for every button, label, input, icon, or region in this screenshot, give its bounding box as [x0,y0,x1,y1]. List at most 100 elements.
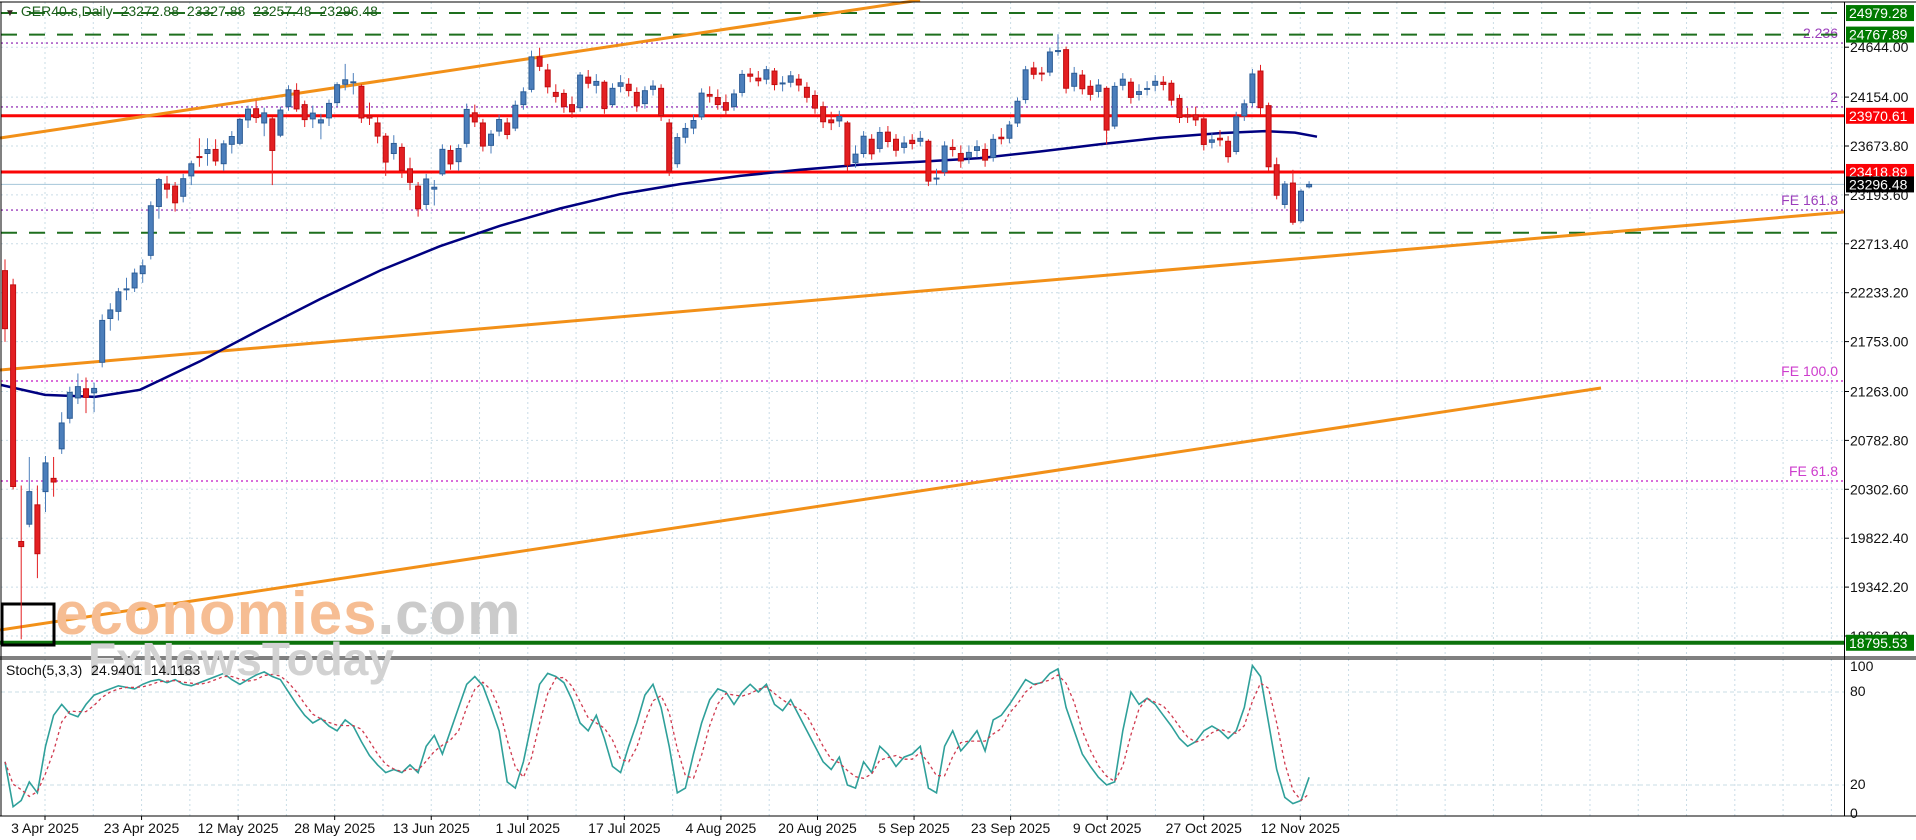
chart-title: ▼GER40.s,Daily 23272.88 23327.88 23257.4… [5,3,382,19]
price-tick-label: 21263.00 [1850,383,1909,399]
candle-bullish [934,178,939,179]
candle-bearish [894,139,899,150]
fib-level-label: FE 61.8 [1789,463,1838,479]
candle-bearish [1031,68,1036,74]
candle-bearish [254,109,259,118]
candle-bullish [489,134,494,145]
symbol-dropdown-icon[interactable]: ▼ [5,8,15,19]
candle-bearish [1169,83,1174,100]
price-tick-label: 20302.60 [1850,481,1909,497]
candle-bullish [237,119,242,143]
stoch-tick-label: 100 [1850,658,1874,674]
candle-bearish [659,88,664,115]
stoch-axis[interactable]: 10080200 [1850,658,1874,821]
price-tick-label: 19822.40 [1850,530,1909,546]
candle-bearish [505,123,510,135]
candle-bullish [262,113,267,123]
date-label: 27 Oct 2025 [1166,820,1242,836]
candle-bullish [156,180,161,207]
candle-bullish [1015,101,1020,123]
candle-bearish [748,74,753,76]
candle-bearish [1177,99,1182,118]
price-tick-label: 24154.00 [1850,89,1909,105]
candle-bullish [780,83,785,84]
stoch-main-line [5,666,1309,807]
price-tick-label: 19342.20 [1850,579,1909,595]
candle-bullish [351,82,356,83]
candle-bullish [691,121,696,129]
candle-bullish [43,463,48,492]
candle-bearish [723,103,728,111]
candle-bearish [845,123,850,165]
trend-lines[interactable] [0,0,1844,630]
candle-bullish [116,292,121,312]
date-label: 5 Sep 2025 [878,820,950,836]
candle-bearish [480,123,485,146]
candle-bullish [837,117,842,121]
candle-bearish [1039,73,1044,74]
candle-bullish [1153,81,1158,85]
candle-bearish [84,389,89,398]
candle-bullish [1307,184,1312,186]
candle-bullish [343,80,348,84]
candle-bullish [181,179,186,197]
candle-bullish [124,289,129,290]
date-label: 9 Oct 2025 [1073,820,1142,836]
candle-bearish [1185,115,1190,117]
time-axis[interactable]: 3 Apr 202523 Apr 202512 May 202528 May 2… [11,816,1340,836]
candle-bullish [92,388,97,392]
candle-bullish [1145,88,1150,89]
candle-bullish [732,94,737,107]
candle-bullish [529,57,534,89]
candle-bullish [229,137,234,145]
candle-bullish [205,150,210,154]
candle-bearish [1201,119,1206,145]
candle-bearish [561,93,566,106]
candle-bearish [829,120,834,123]
watermark-domain: .com [377,580,521,647]
candle-bullish [942,146,947,172]
candle-bearish [3,271,8,329]
candle-bullish [513,105,518,128]
candle-bullish [642,91,647,104]
trend-line [0,212,1844,370]
candle-bearish [35,505,40,554]
price-axis[interactable]: 24644.0024154.0023673.8023193.6022713.40… [1844,5,1914,651]
candle-bearish [885,132,890,141]
candle-bearish [173,186,178,203]
candle-bearish [51,478,56,482]
candle-bullish [189,164,194,176]
ohlc-high: 23327.88 [187,3,245,19]
candle-bullish [59,423,64,449]
fibonacci-levels: 2.2362FE 161.8FE 100.0FE 61.8 [1,25,1844,481]
candle-bullish [1120,79,1125,85]
candles-layer [3,34,1312,639]
candle-bearish [821,107,826,122]
candle-bullish [497,120,502,132]
date-label: 23 Sep 2025 [971,820,1051,836]
price-badge-label: 23296.48 [1849,176,1908,192]
candle-bearish [537,57,542,67]
candle-bearish [1080,75,1085,89]
candle-bullish [1299,191,1304,221]
price-tick-label: 20782.80 [1850,432,1909,448]
candle-bearish [804,87,809,97]
candle-bearish [197,157,202,158]
candle-bullish [975,147,980,151]
date-label: 12 Nov 2025 [1261,820,1341,836]
candle-bullish [464,109,469,143]
candle-bearish [416,186,421,209]
candle-bullish [594,81,599,85]
candle-bullish [75,387,80,398]
candle-bullish [991,139,996,157]
stoch-tick-label: 0 [1850,805,1858,821]
candle-bullish [327,103,332,117]
fib-level-label: FE 161.8 [1781,192,1838,208]
stoch-tick-label: 80 [1850,683,1866,699]
candle-bullish [335,85,340,103]
chart-canvas[interactable]: 2.2362FE 161.8FE 100.0FE 61.824644.00241… [0,0,1916,840]
candle-bearish [1218,138,1223,140]
stochastic-indicator-label: Stoch(5,3,3) 24.9401 14.1183 [6,662,205,678]
candle-bearish [19,541,24,546]
price-badge-label: 18795.53 [1849,635,1908,651]
